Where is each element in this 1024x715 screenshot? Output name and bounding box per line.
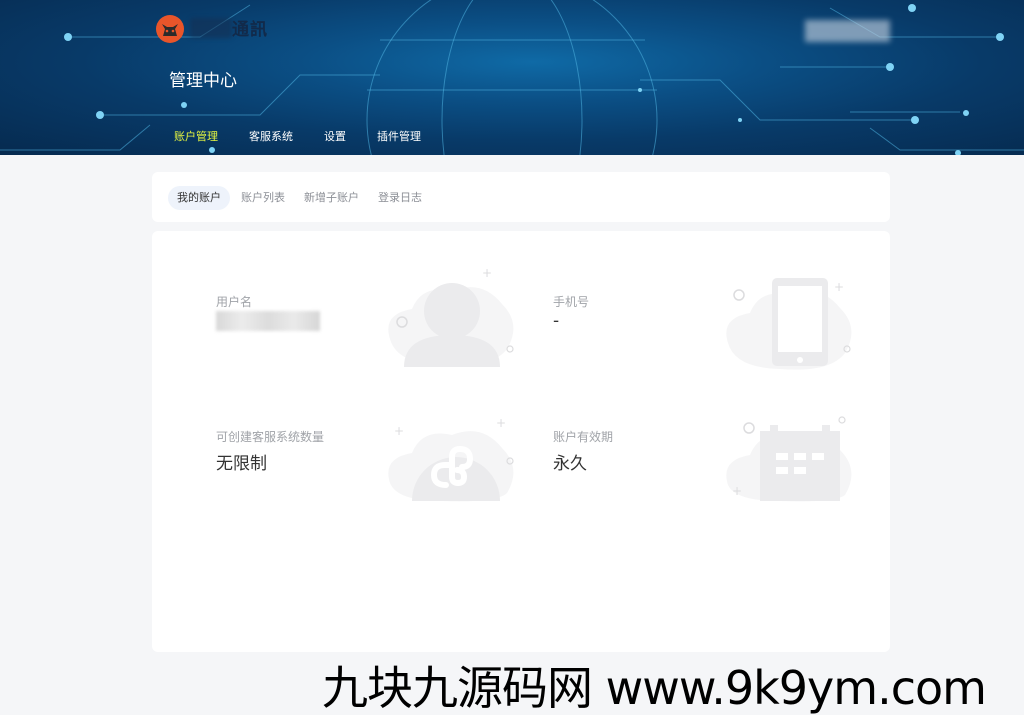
phone-label: 手机号: [553, 295, 590, 309]
nav-account-management[interactable]: 账户管理: [174, 128, 218, 144]
top-nav: 账户管理 客服系统 设置 插件管理: [174, 128, 452, 144]
page-title: 管理中心: [169, 71, 237, 91]
quota-label: 可创建客服系统数量: [216, 430, 325, 444]
account-info-card: 用户名 + 手机号 - + 可创建客服系统数量 无限制 + + 账户有效期 永久: [152, 231, 890, 652]
miniprogram-illustration-icon: + +: [388, 416, 514, 502]
nav-plugin-management[interactable]: 插件管理: [377, 128, 421, 144]
svg-text:+: +: [496, 416, 506, 430]
calendar-illustration-icon: +: [726, 416, 852, 502]
validity-value: 永久: [553, 454, 587, 474]
user-illustration-icon: +: [388, 269, 514, 367]
svg-text:+: +: [732, 484, 742, 498]
tab-account-list[interactable]: 账户列表: [241, 186, 285, 210]
phone-value: -: [553, 311, 560, 331]
brand-name-blurred: [190, 18, 232, 38]
svg-text:+: +: [394, 424, 404, 438]
phone-illustration-icon: +: [726, 278, 852, 370]
nav-customer-service[interactable]: 客服系统: [249, 128, 293, 144]
username-value-blurred: [216, 311, 320, 331]
tab-login-log[interactable]: 登录日志: [378, 186, 422, 210]
brand-name: 通訊: [232, 20, 268, 40]
account-tabs: 我的账户 账户列表 新增子账户 登录日志: [152, 172, 890, 222]
validity-label: 账户有效期: [553, 430, 614, 444]
tab-my-account[interactable]: 我的账户: [168, 186, 230, 210]
watermark-text: 九块九源码网 www.9k9ym.com: [322, 661, 987, 715]
username-label: 用户名: [216, 295, 253, 309]
logo-icon[interactable]: [153, 14, 187, 44]
nav-settings[interactable]: 设置: [324, 128, 346, 144]
tab-add-sub-account[interactable]: 新增子账户: [304, 186, 359, 210]
user-menu-blurred[interactable]: [805, 20, 890, 42]
header-banner: 通訊 管理中心 账户管理 客服系统 设置 插件管理: [0, 0, 1024, 155]
svg-text:+: +: [482, 269, 492, 280]
quota-value: 无限制: [216, 454, 267, 474]
svg-text:+: +: [834, 280, 844, 294]
